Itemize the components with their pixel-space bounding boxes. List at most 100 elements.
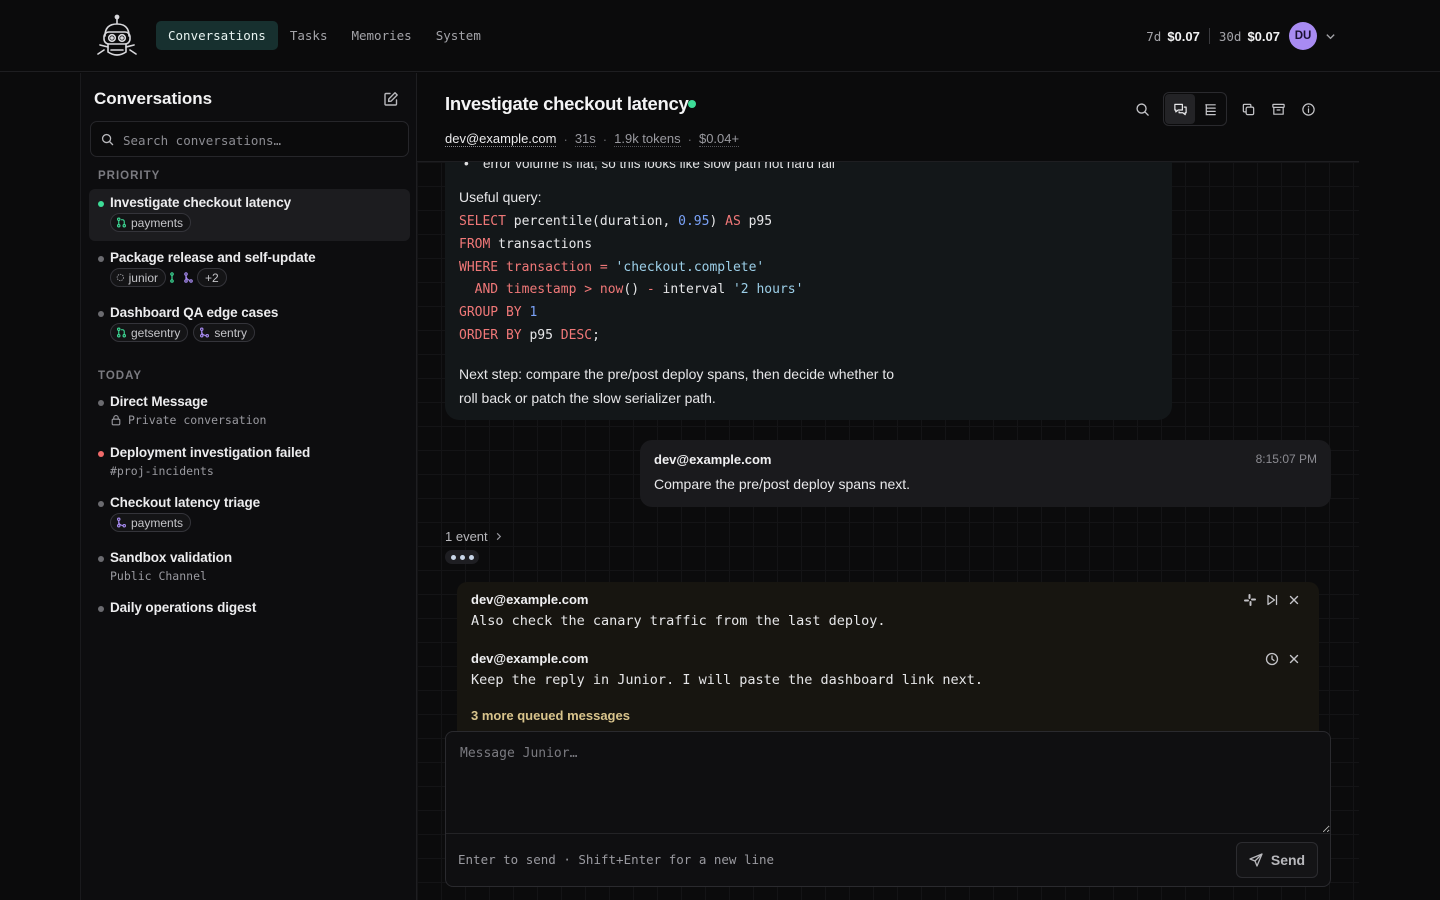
git-pull-request-icon — [117, 217, 126, 228]
conversation-panel: Investigate checkout latency dev@example… — [417, 73, 1359, 900]
assistant-next-step-line-2: roll back or patch the slow serializer p… — [459, 390, 716, 406]
top-bar: Conversations Tasks Memories System 7d $… — [0, 0, 1440, 72]
messages-icon — [1173, 103, 1187, 115]
status-dot — [98, 556, 104, 562]
status-dot — [98, 256, 104, 262]
message-author: dev@example.com — [654, 452, 772, 467]
repo-tag[interactable]: getsentry — [110, 323, 189, 342]
close-icon[interactable] — [1287, 652, 1301, 666]
message-author: dev@example.com — [471, 651, 589, 666]
git-pull-request-icon — [170, 272, 174, 283]
repo-tag[interactable]: junior — [110, 268, 166, 287]
conversation-item[interactable]: Daily operations digest — [89, 594, 410, 624]
conversation-title: Deployment investigation failed — [110, 445, 311, 460]
meta-separator: · — [687, 131, 692, 147]
view-toggle — [1163, 92, 1227, 126]
repo-tag[interactable]: sentry — [193, 323, 256, 342]
assistant-bullet: error volume is flat, so this looks like… — [464, 162, 835, 171]
message-text: Keep the reply in Junior. I will paste t… — [471, 672, 984, 688]
assistant-message: error volume is flat, so this looks like… — [445, 162, 1172, 420]
tab-memories[interactable]: Memories — [339, 21, 423, 50]
tag-label: junior — [128, 270, 158, 285]
cost-summary: 7d $0.07 30d $0.07 DU — [1146, 22, 1336, 50]
conversation-title: Daily operations digest — [110, 600, 257, 615]
status-dot — [98, 201, 104, 207]
conversation-title: Package release and self-update — [110, 250, 316, 265]
token-count: 1.9k tokens — [614, 131, 681, 147]
conversation-item[interactable]: Sandbox validation Public Channel — [89, 544, 410, 590]
conversation-title: Investigate checkout latency — [110, 195, 292, 210]
repo-tag[interactable]: payments — [110, 213, 192, 232]
conversation-title: Sandbox validation — [110, 550, 232, 565]
message-timestamp: 8:15:07 PM — [1255, 452, 1317, 466]
conversation-search — [90, 121, 409, 157]
send-button-label: Send — [1270, 852, 1306, 868]
chat-view-button[interactable] — [1165, 94, 1195, 124]
queued-messages: dev@example.com Also check the canary tr… — [457, 582, 1319, 747]
tag-list: getsentry sentry — [110, 323, 256, 342]
message-list[interactable]: error volume is flat, so this looks like… — [417, 162, 1359, 900]
send-icon — [1249, 853, 1263, 867]
send-now-icon[interactable] — [1265, 593, 1279, 607]
conversation-item[interactable]: Investigate checkout latency payments — [89, 189, 410, 241]
cost-divider — [1208, 28, 1210, 44]
sql-code-block: SELECT percentile(duration, 0.95) AS p95… — [459, 214, 804, 343]
tab-system[interactable]: System — [424, 21, 493, 50]
user-avatar[interactable]: DU — [1289, 22, 1317, 50]
search-icon — [1135, 102, 1149, 116]
search-icon — [101, 133, 114, 146]
conversation-item[interactable]: Deployment investigation failed #proj-in… — [89, 439, 410, 485]
main-nav: Conversations Tasks Memories System — [156, 21, 493, 50]
events-toggle[interactable]: 1 event — [445, 529, 503, 544]
conversation-header: Investigate checkout latency dev@example… — [417, 73, 1359, 162]
trace-view-button[interactable] — [1195, 94, 1225, 124]
clock-icon[interactable] — [1265, 652, 1279, 666]
live-status-dot — [688, 100, 696, 108]
conversation-sidebar: Conversations PRIORITY Investigate check… — [80, 73, 417, 900]
queued-message: dev@example.com Keep the reply in Junior… — [471, 651, 983, 688]
more-tags-count: +2 — [205, 270, 219, 285]
slack-icon[interactable] — [1243, 593, 1257, 607]
meta-separator: · — [602, 131, 608, 147]
conversation-owner[interactable]: dev@example.com — [445, 131, 557, 147]
cost-7d-label: 7d — [1146, 28, 1162, 44]
assistant-next-step-line-1: Next step: compare the pre/post deploy s… — [459, 366, 895, 382]
repo-tag[interactable]: payments — [110, 513, 192, 532]
conversation-item[interactable]: Dashboard QA edge cases getsentry sentry — [89, 299, 410, 351]
status-dot — [98, 311, 104, 317]
composer-hint: Enter to send · Shift+Enter for a new li… — [458, 852, 775, 867]
queued-message: dev@example.com Also check the canary tr… — [471, 592, 886, 629]
status-dot — [98, 400, 104, 406]
assistant-query-label: Useful query: — [459, 189, 542, 205]
git-merge-icon — [184, 272, 193, 283]
message-text: Compare the pre/post deploy spans next. — [654, 476, 911, 492]
priority-section-label: PRIORITY — [98, 170, 161, 182]
new-conversation-icon[interactable] — [383, 91, 399, 107]
copy-button[interactable] — [1233, 94, 1263, 124]
list-tree-icon — [1204, 103, 1216, 115]
status-dot — [98, 606, 104, 612]
conversation-subtitle: Private conversation — [110, 413, 266, 427]
message-input[interactable] — [446, 732, 1330, 834]
info-button[interactable] — [1293, 94, 1323, 124]
today-section-label: TODAY — [98, 370, 142, 382]
conversation-item[interactable]: Direct Message Private conversation — [89, 388, 410, 434]
search-input[interactable] — [123, 130, 393, 150]
conversation-subtitle-text: Private conversation — [128, 413, 267, 427]
conversation-item[interactable]: Package release and self-update junior +… — [89, 244, 410, 296]
status-dot — [98, 451, 104, 457]
tab-conversations[interactable]: Conversations — [156, 21, 278, 50]
chevron-down-icon[interactable] — [1325, 31, 1336, 42]
tab-tasks[interactable]: Tasks — [278, 21, 340, 50]
archive-button[interactable] — [1263, 94, 1293, 124]
message-author: dev@example.com — [471, 592, 589, 607]
robot-logo-icon[interactable] — [94, 14, 140, 60]
more-tags-badge[interactable]: +2 — [197, 268, 227, 287]
conversation-title: Checkout latency triage — [110, 495, 260, 510]
tag-list: payments — [110, 213, 192, 232]
send-button[interactable]: Send — [1236, 842, 1318, 878]
close-icon[interactable] — [1287, 593, 1301, 607]
more-queued-link[interactable]: 3 more queued messages — [471, 708, 630, 723]
search-button[interactable] — [1127, 94, 1157, 124]
conversation-item[interactable]: Checkout latency triage payments — [89, 489, 410, 541]
